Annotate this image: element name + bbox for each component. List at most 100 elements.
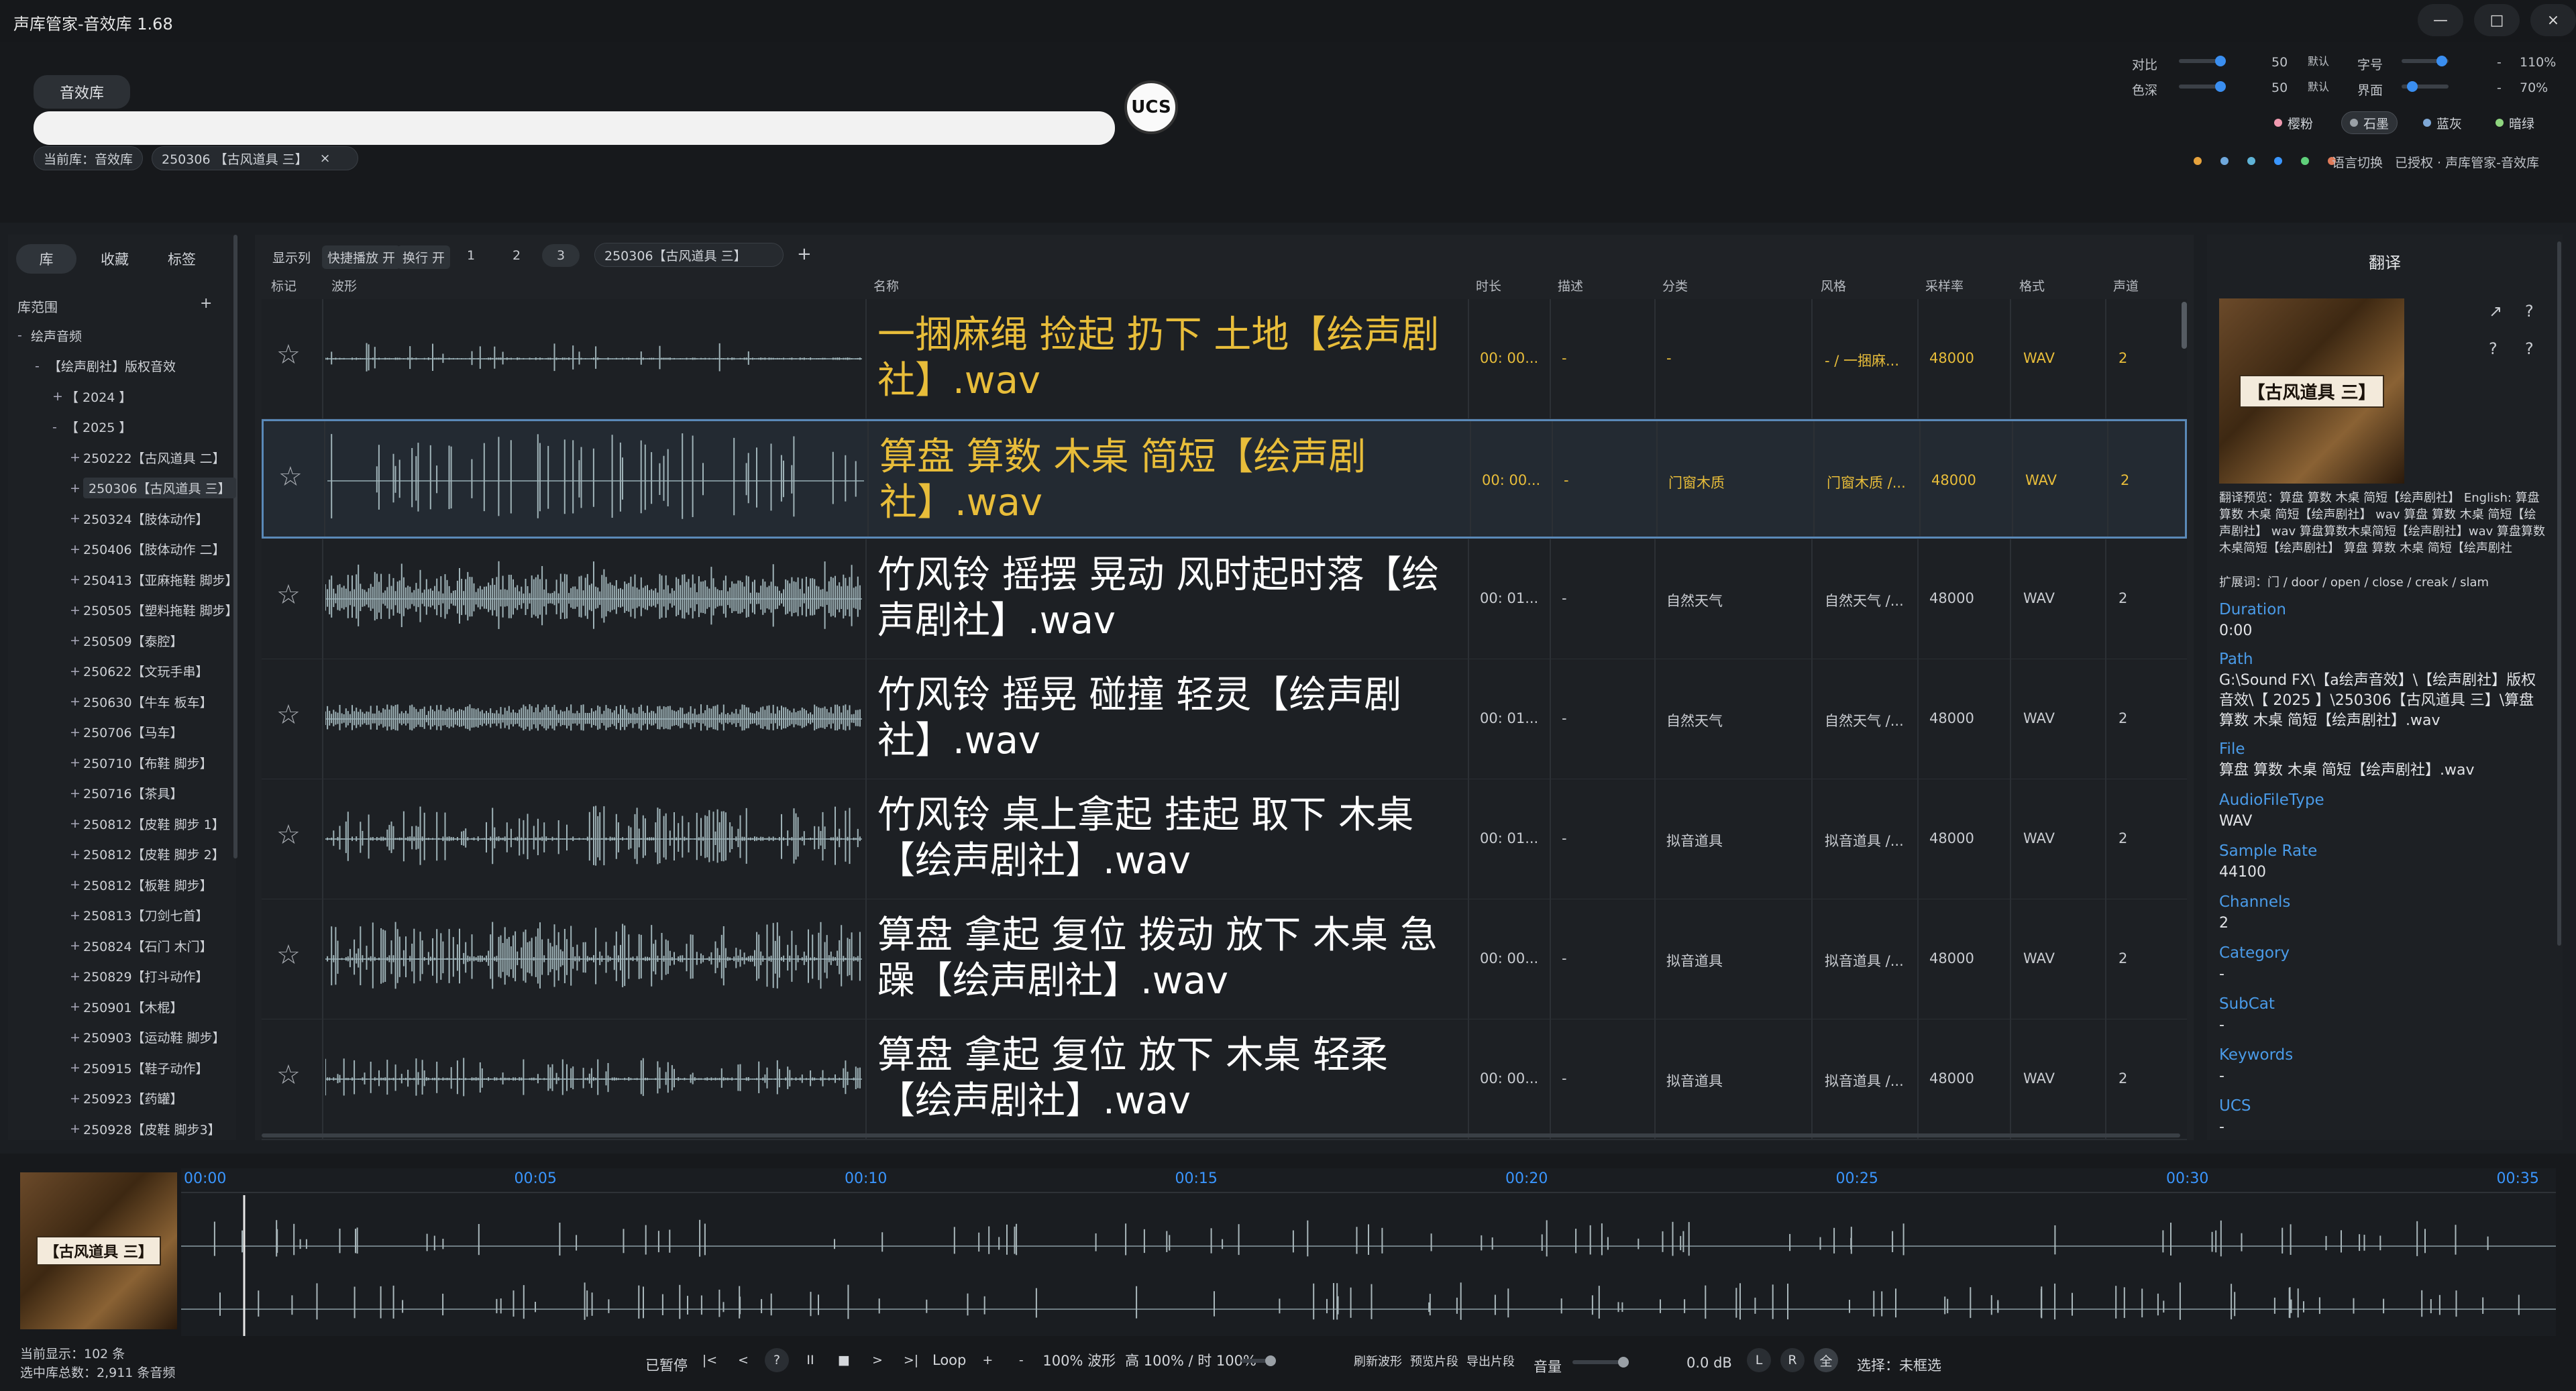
tree-item[interactable]: +250812【皮鞋 脚步 2】	[17, 841, 284, 868]
star-icon[interactable]: ☆	[276, 940, 301, 970]
collapse-icon[interactable]: -	[17, 328, 31, 343]
row-waveform[interactable]	[325, 779, 862, 899]
header-style[interactable]: 风格	[1821, 276, 1846, 294]
help-button[interactable]: ?	[765, 1348, 789, 1372]
help-icon[interactable]: ?	[2525, 339, 2534, 358]
language-switch-button[interactable]: 语言切换	[2332, 153, 2383, 171]
theme-blue-gray[interactable]: 蓝灰	[2415, 111, 2470, 134]
expand-icon[interactable]: +	[70, 694, 83, 709]
header-category[interactable]: 分类	[1662, 276, 1688, 294]
slider-knob[interactable]	[2215, 81, 2226, 92]
file-name[interactable]: 竹风铃 摇摆 晃动 风时起时落【绘声剧社】.wav	[877, 553, 1454, 644]
tab-favorites[interactable]: 收藏	[85, 244, 145, 274]
tab-tags[interactable]: 标签	[152, 244, 212, 274]
expand-icon[interactable]: +	[70, 1121, 83, 1136]
row-waveform[interactable]	[325, 659, 862, 779]
theme-graphite[interactable]: 石墨	[2341, 111, 2398, 134]
help-icon[interactable]: ?	[2525, 302, 2534, 321]
expand-icon[interactable]: +	[70, 908, 83, 923]
header-duration[interactable]: 时长	[1476, 276, 1501, 294]
expand-icon[interactable]: +	[70, 481, 83, 496]
color-dot-icon[interactable]	[2274, 157, 2282, 165]
display-columns-button[interactable]: 显示列	[272, 248, 311, 266]
export-clip-button[interactable]: 导出片段	[1466, 1352, 1515, 1370]
tree-item[interactable]: + 【 2024 】	[17, 383, 267, 410]
tree-item[interactable]: +250324【肢体动作】	[17, 505, 284, 532]
theme-dark-green[interactable]: 暗绿	[2487, 111, 2542, 134]
expand-icon[interactable]: +	[70, 542, 83, 557]
prev-button[interactable]: <	[731, 1348, 755, 1372]
pause-button[interactable]: II	[798, 1348, 822, 1372]
expand-icon[interactable]: +	[52, 389, 66, 404]
tree-item[interactable]: +250903【运动鞋 脚步】	[17, 1024, 284, 1051]
header-mark[interactable]: 标记	[271, 276, 297, 294]
table-hscrollbar[interactable]	[262, 1133, 2180, 1137]
tree-item[interactable]: - 【 2025 】	[17, 414, 267, 441]
tree-item[interactable]: +250901【木棍】	[17, 993, 284, 1020]
waveform-timeline[interactable]: 00:00 00:05 00:10 00:15 00:20 00:25 00:30 00:35	[181, 1168, 2556, 1336]
preview-clip-button[interactable]: 预览片段	[1410, 1352, 1458, 1370]
row-waveform[interactable]	[325, 539, 862, 659]
help-icon[interactable]: ?	[2489, 339, 2498, 358]
first-button[interactable]: |<	[698, 1348, 722, 1372]
expand-icon[interactable]: +	[70, 999, 83, 1014]
header-format[interactable]: 格式	[2019, 276, 2045, 294]
tree-item[interactable]: +250222【古风道具 二】	[17, 444, 284, 471]
right-channel-button[interactable]: R	[1780, 1348, 1805, 1372]
table-row[interactable]: ☆ 一捆麻绳 捡起 扔下 土地【绘声剧社】.wav 00: 00... - - - / 一…	[262, 299, 2187, 420]
file-name[interactable]: 算盘 拿起 复位 拨动 放下 木桌 急躁【绘声剧社】.wav	[877, 913, 1454, 1004]
loop-toggle[interactable]: Loop	[932, 1352, 966, 1368]
timeline-waveform[interactable]: 00:00 00:05 00:10 00:15 00:20 00:25 00:30 00:35	[181, 1168, 2556, 1336]
stop-button[interactable]: ■	[832, 1348, 856, 1372]
zoom-out-button[interactable]: -	[1009, 1348, 1033, 1372]
file-name[interactable]: 算盘 拿起 复位 放下 木桌 轻柔【绘声剧社】.wav	[877, 1033, 1454, 1124]
library-tab[interactable]: 音效库	[34, 75, 130, 109]
volume-slider[interactable]	[1572, 1357, 1629, 1368]
slider-knob[interactable]	[2215, 56, 2226, 66]
tree-item[interactable]: +250622【文玩手串】	[17, 658, 284, 685]
star-icon[interactable]: ☆	[276, 1060, 301, 1091]
tree-item[interactable]: +250505【塑料拖鞋 脚步】	[17, 597, 284, 624]
color-dot-icon[interactable]	[2194, 157, 2202, 165]
add-range-button[interactable]: +	[200, 295, 212, 312]
expand-icon[interactable]: +	[70, 847, 83, 862]
tree-item[interactable]: +250710【布鞋 脚步】	[17, 749, 284, 776]
ui-scale-minus[interactable]: -	[2497, 80, 2502, 95]
all-channels-button[interactable]: 全	[1814, 1348, 1838, 1372]
close-button[interactable]: ×	[2530, 4, 2576, 36]
refresh-waveform-button[interactable]: 刷新波形	[1354, 1352, 1402, 1370]
tree-item[interactable]: +250812【皮鞋 脚步 1】	[17, 810, 284, 837]
wrap-toggle[interactable]: 换行 开	[397, 245, 451, 269]
tree-item[interactable]: +250413【亚麻拖鞋 脚步】	[17, 566, 284, 593]
slider-knob[interactable]	[2407, 81, 2418, 92]
expand-icon[interactable]: +	[70, 511, 83, 526]
minimize-button[interactable]: —	[2418, 4, 2463, 36]
zoom-in-button[interactable]: +	[975, 1348, 1000, 1372]
tree-item[interactable]: +250716【茶具】	[17, 780, 284, 807]
expand-icon[interactable]: +	[70, 633, 83, 648]
close-icon[interactable]: ×	[320, 151, 331, 166]
expand-icon[interactable]: +	[70, 572, 83, 587]
row-waveform[interactable]	[327, 421, 864, 541]
maximize-button[interactable]: □	[2474, 4, 2520, 36]
tree-item[interactable]: - 绘声音频	[17, 322, 232, 349]
expand-icon[interactable]: +	[70, 450, 83, 465]
color-dot-icon[interactable]	[2220, 157, 2229, 165]
tree-item[interactable]: +250923【药罐】	[17, 1085, 284, 1112]
theme-pink[interactable]: 樱粉	[2266, 111, 2321, 134]
file-name[interactable]: 竹风铃 桌上拿起 挂起 取下 木桌【绘声剧社】.wav	[877, 793, 1454, 884]
color-dot-icon[interactable]	[2247, 157, 2255, 165]
table-row[interactable]: ☆ 算盘 拿起 复位 放下 木桌 轻柔【绘声剧社】.wav 00: 00... - 拟音…	[262, 1019, 2187, 1140]
slider-knob[interactable]	[2436, 56, 2447, 66]
expand-icon[interactable]: +	[70, 938, 83, 953]
expand-icon[interactable]: +	[70, 1091, 83, 1106]
header-description[interactable]: 描述	[1558, 276, 1583, 294]
page-button-3[interactable]: 3	[542, 244, 580, 267]
folder-chip[interactable]: 250306 【古风道具 三】 ×	[152, 146, 358, 170]
left-channel-button[interactable]: L	[1747, 1348, 1771, 1372]
add-tab-button[interactable]: +	[797, 244, 812, 264]
expand-icon[interactable]: +	[70, 664, 83, 679]
external-link-icon[interactable]: ↗	[2489, 302, 2502, 321]
ucs-logo[interactable]: UCS	[1124, 80, 1178, 134]
tree-item[interactable]: +250306【古风道具 三】	[17, 475, 284, 502]
